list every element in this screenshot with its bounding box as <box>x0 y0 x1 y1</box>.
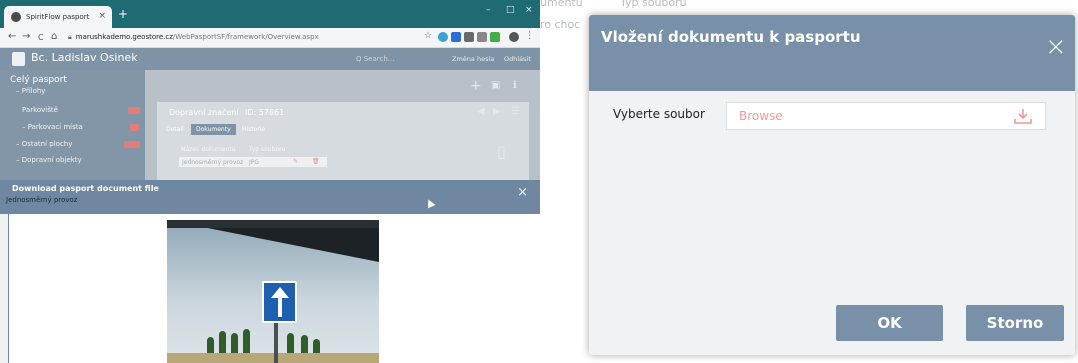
bg-column-name: umentu <box>540 0 583 9</box>
list-icon[interactable]: ☰ <box>511 106 520 117</box>
ok-button[interactable]: OK <box>836 305 943 341</box>
back-button[interactable]: ← <box>8 31 16 42</box>
url-path: /WebPasportSF/framework/Overview.aspx <box>172 33 319 41</box>
url-field[interactable]: 🔒︎ marushkademo.geostore.cz/WebPasportSF/… <box>68 33 319 42</box>
count-badge <box>128 107 140 114</box>
extension-icon[interactable] <box>451 32 461 42</box>
map-icon[interactable]: ▣ <box>491 80 500 91</box>
next-icon[interactable]: ▶ <box>493 106 501 117</box>
table-row[interactable]: Jednosměrný provoz JPG ✎ 🗑︎ <box>179 157 327 167</box>
sidebar: Celý pasport – Přílohy Parkoviště – Park… <box>0 70 145 180</box>
extension-icon[interactable] <box>477 32 487 42</box>
browser-tab[interactable]: SpiritFlow pasport × <box>4 6 112 28</box>
sidebar-item[interactable]: – Ostatní plochy <box>16 140 72 148</box>
delete-icon[interactable]: 🗑︎ <box>312 158 320 165</box>
count-badge <box>130 124 139 131</box>
detail-id: ID: 57861 <box>245 108 285 117</box>
cancel-button[interactable]: Storno <box>966 305 1064 341</box>
upload-modal: Vložení dokumentu k pasportu × Vyberte s… <box>589 15 1075 355</box>
tab-strip: SpiritFlow pasport × + – □ × <box>0 0 540 28</box>
extension-icon[interactable] <box>464 32 474 42</box>
favicon-icon <box>11 12 21 22</box>
url-host: marushkademo.geostore.cz <box>75 33 173 41</box>
tab-title: SpiritFlow pasport <box>26 13 90 21</box>
screen: SpiritFlow pasport × + – □ × ← → C ⌂ 🔒︎ m… <box>0 0 1078 363</box>
reload-button[interactable]: C <box>38 33 44 42</box>
document-photo <box>167 220 379 363</box>
download-icon[interactable] <box>1014 108 1032 125</box>
new-tab-button[interactable]: + <box>118 7 128 21</box>
close-icon[interactable]: × <box>1045 34 1067 60</box>
prev-icon[interactable]: ◀ <box>477 106 485 117</box>
file-input[interactable]: Browse <box>726 102 1046 130</box>
minimize-button[interactable]: – <box>486 5 491 15</box>
add-icon[interactable]: + <box>470 78 482 94</box>
sidebar-item[interactable]: – Dopravní objekty <box>16 156 82 164</box>
download-modal-close-icon[interactable]: × <box>517 185 528 200</box>
search-input[interactable]: Q Search... <box>356 55 394 63</box>
sidebar-item[interactable]: – Přílohy <box>16 87 45 95</box>
document-icon: ▯ <box>497 142 506 161</box>
lock-icon: 🔒︎ <box>68 33 72 41</box>
extension-icon[interactable] <box>490 32 500 42</box>
bookmark-star-icon[interactable]: ☆ <box>424 31 432 41</box>
one-way-sign-icon <box>262 281 297 323</box>
maximize-button[interactable]: □ <box>506 5 515 15</box>
bg-row-text: ro choc <box>540 18 581 31</box>
tab-history[interactable]: Historie <box>237 124 270 135</box>
upload-modal-header: Vložení dokumentu k pasportu × <box>589 15 1075 91</box>
home-button[interactable]: ⌂ <box>51 31 57 42</box>
detail-card: Dopravní značení ID: 57861 ◀ ▶ ☰ Detail … <box>157 102 529 182</box>
sidebar-title[interactable]: Celý pasport <box>10 75 67 85</box>
row-type: JPG <box>249 159 260 166</box>
select-file-label: Vyberte soubor <box>613 107 705 121</box>
tab-detail[interactable]: Detail <box>161 124 189 135</box>
file-input-placeholder: Browse <box>739 109 783 123</box>
column-header-name: Název dokumentu <box>181 146 236 153</box>
extension-icon[interactable] <box>438 32 448 42</box>
download-modal-body <box>8 214 540 363</box>
edit-icon[interactable]: ✎ <box>293 158 298 165</box>
logout-link[interactable]: Odhlásit <box>504 55 531 63</box>
address-bar: ← → C ⌂ 🔒︎ marushkademo.geostore.cz/WebPa… <box>0 28 540 48</box>
download-modal-subtitle: Jednosměrný provoz <box>6 196 78 204</box>
row-name: Jednosměrný provoz <box>182 159 244 166</box>
upload-modal-title: Vložení dokumentu k pasportu <box>601 28 861 46</box>
detail-title: Dopravní značení <box>169 108 239 117</box>
main-content: + ▣ ℹ Dopravní značení ID: 57861 ◀ ▶ ☰ D… <box>145 70 540 182</box>
avatar <box>12 52 25 66</box>
browser-window: SpiritFlow pasport × + – □ × ← → C ⌂ 🔒︎ m… <box>0 0 540 363</box>
change-password-link[interactable]: Změna hesla <box>452 55 494 63</box>
window-close-button[interactable]: × <box>525 5 533 15</box>
profile-icon[interactable] <box>509 32 519 42</box>
sidebar-item[interactable]: – Parkovací místa <box>22 123 83 131</box>
bg-column-type: Typ souboru <box>620 0 687 9</box>
tab-close-icon[interactable]: × <box>98 11 106 21</box>
user-name: Bc. Ladislav Osinek <box>31 51 138 64</box>
forward-button[interactable]: → <box>22 31 30 42</box>
count-badge <box>124 141 140 148</box>
download-modal-header: Download pasport document file Jednosměr… <box>0 180 540 214</box>
sidebar-item[interactable]: Parkoviště <box>22 106 58 114</box>
column-header-type: Typ souboru <box>249 146 286 153</box>
download-modal-title: Download pasport document file <box>12 184 159 193</box>
menu-kebab-icon[interactable]: ⋮ <box>525 31 534 41</box>
info-icon[interactable]: ℹ <box>513 80 517 91</box>
app-header: Bc. Ladislav Osinek Q Search... Změna he… <box>0 48 540 70</box>
tab-documents[interactable]: Dokumenty <box>191 124 236 135</box>
